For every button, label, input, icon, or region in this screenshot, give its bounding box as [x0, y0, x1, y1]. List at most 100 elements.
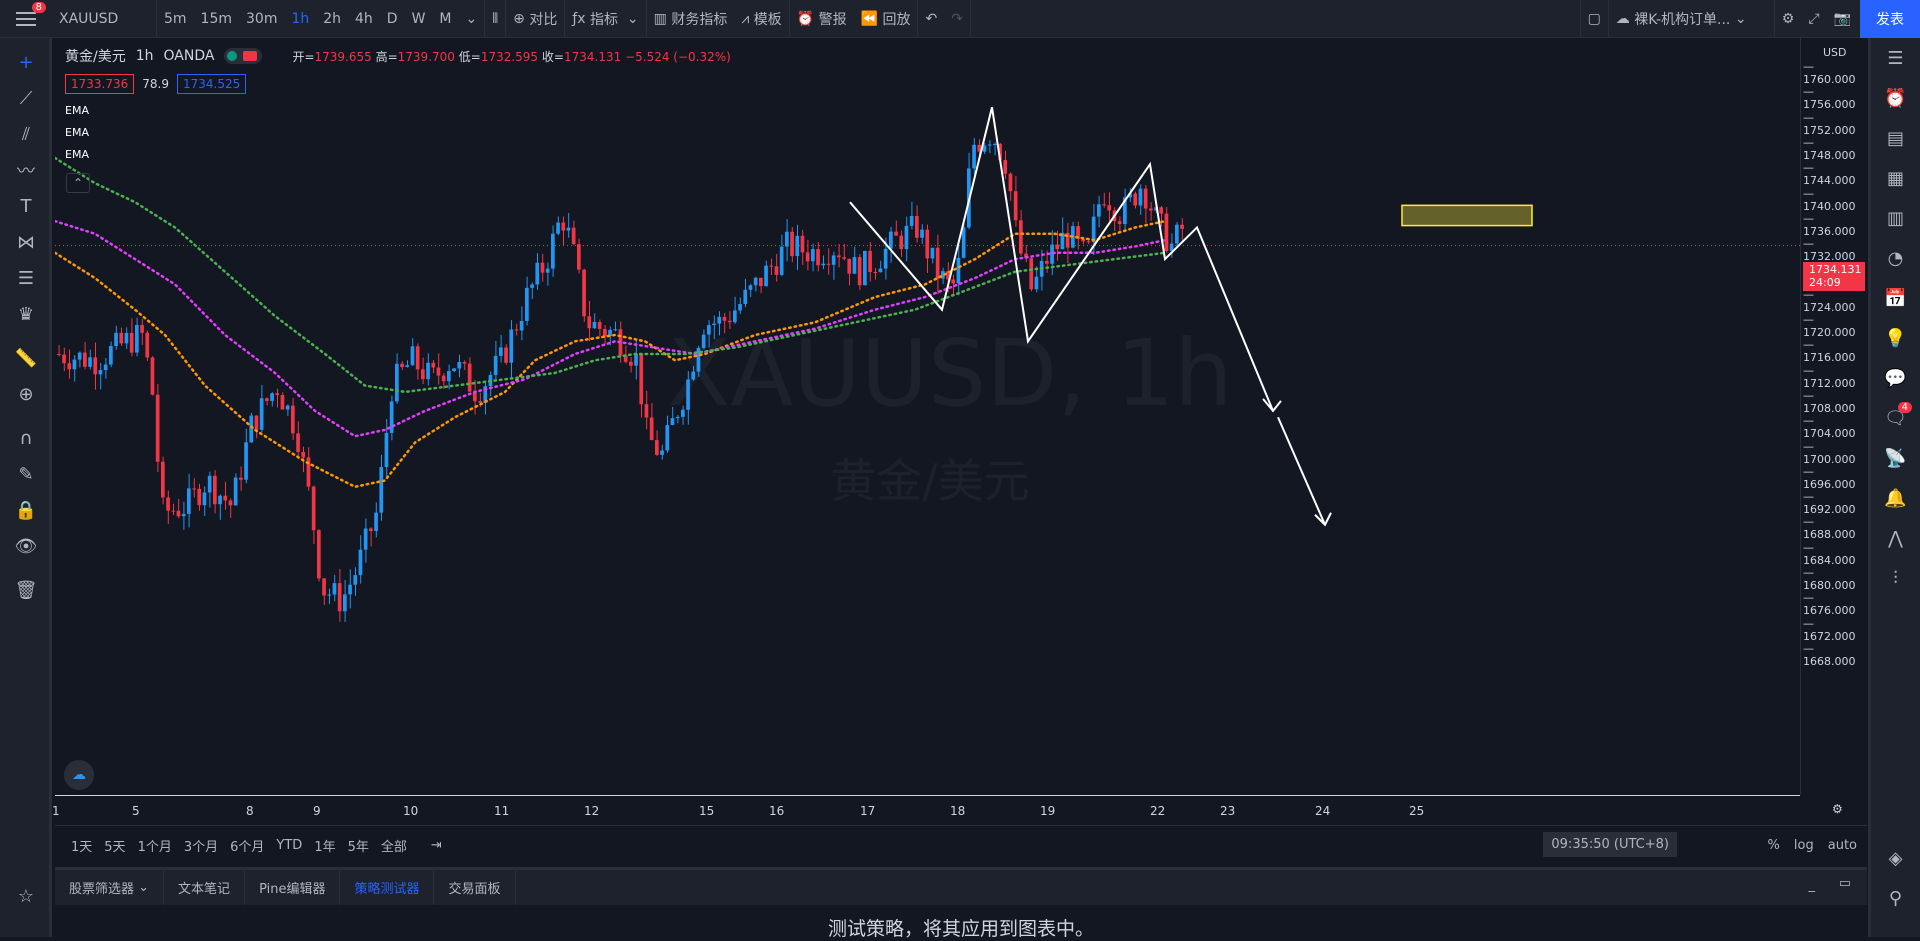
prediction-icon[interactable]: ⋈ — [0, 224, 52, 260]
auto-scale-toggle[interactable]: auto — [1828, 838, 1857, 853]
trend-line-icon[interactable]: ⟋ — [0, 80, 52, 116]
tab-stock-screener[interactable]: 股票筛选器 ⌄ — [55, 870, 165, 905]
range-1y[interactable]: 1年 — [308, 836, 341, 855]
symbol-search[interactable]: XAUUSD — [52, 0, 156, 38]
camera-icon[interactable]: 📷 — [1827, 0, 1858, 38]
trash-icon[interactable]: 🗑 — [0, 572, 52, 608]
candle-body — [675, 416, 680, 419]
screener-icon[interactable]: ▥ — [1871, 198, 1920, 238]
drawing-mode-icon[interactable]: ✎ — [0, 456, 52, 492]
timeframe-15m[interactable]: 15m — [194, 0, 239, 38]
magnet-icon[interactable]: ∩ — [0, 420, 52, 456]
candle-body — [233, 477, 238, 506]
chart-type-icon[interactable]: ⫴ — [485, 0, 505, 38]
ema-indicator-3[interactable]: EMA — [65, 148, 731, 161]
tab-text-notes[interactable]: 文本笔记 — [164, 870, 246, 905]
sell-price[interactable]: 1733.736 — [65, 74, 135, 94]
timeframe-1h[interactable]: 1h — [284, 0, 316, 38]
ruler-icon[interactable]: 📏 — [0, 340, 52, 376]
time-zone-clock[interactable]: 09:35:50 (UTC+8) — [1543, 832, 1677, 857]
range-1d[interactable]: 1天 — [65, 836, 98, 855]
main-menu-button[interactable]: 8 — [0, 0, 52, 38]
goto-date-icon[interactable]: ⇥ — [425, 838, 448, 853]
crosshair-icon[interactable]: + — [0, 44, 52, 80]
settings-gear-icon[interactable]: ⚙ — [1775, 0, 1802, 38]
price-tick: — 1748.000 — [1803, 135, 1856, 162]
hotlists-icon[interactable]: ◔ — [1871, 238, 1920, 278]
tab-trading-panel[interactable]: 交易面板 — [434, 870, 516, 905]
candle-body — [1143, 188, 1148, 209]
candle-body — [785, 231, 789, 247]
range-all[interactable]: 全部 — [375, 836, 413, 855]
indicators-button[interactable]: ƒx 指标 ⌄ — [565, 0, 645, 38]
alert-button[interactable]: ⏰ 警报 — [790, 0, 854, 38]
layout-selector[interactable]: ☁ 裸K-机构订单... ⌄ — [1609, 0, 1774, 38]
timeframe-d[interactable]: D — [380, 0, 405, 38]
timeframe-5m[interactable]: 5m — [157, 0, 194, 38]
undo-icon[interactable]: ↶ — [918, 0, 944, 38]
streams-icon[interactable]: 📡 — [1871, 438, 1920, 478]
range-3m[interactable]: 3个月 — [178, 836, 224, 855]
tab-pine-editor[interactable]: Pine编辑器 — [245, 870, 341, 905]
candle-body — [384, 432, 389, 468]
dom-icon[interactable]: ⫶ — [1871, 558, 1920, 598]
ideas-lightbulb-icon[interactable]: 💡 — [1871, 318, 1920, 358]
star-icon[interactable]: ☆ — [0, 878, 52, 914]
fullscreen-icon[interactable]: ⤢ — [1801, 0, 1826, 38]
range-5d[interactable]: 5天 — [98, 836, 131, 855]
messages-icon[interactable]: 🗨 4 — [1871, 398, 1920, 438]
timeframe-dropdown-icon[interactable]: ⌄ — [459, 0, 485, 38]
watchlist-icon[interactable]: ☰ — [1871, 38, 1920, 78]
ema-indicator-1[interactable]: EMA — [65, 104, 731, 117]
axis-settings-gear-icon[interactable]: ⚙ — [1832, 802, 1843, 816]
price-axis[interactable]: USD — 1760.000— 1756.000— 1752.000— 1748… — [1800, 38, 1867, 795]
market-status-toggle[interactable] — [224, 48, 263, 64]
time-axis[interactable]: ⚙ 1 5 8 9 10 11 12 15 16 17 18 19 22 23 24 25 — [52, 795, 1843, 825]
timeframe-30m[interactable]: 30m — [239, 0, 284, 38]
timeframe-m[interactable]: M — [432, 0, 458, 38]
percent-scale-toggle[interactable]: % — [1768, 838, 1780, 853]
tab-strategy-tester[interactable]: 策略测试器 — [340, 870, 435, 905]
post-button[interactable]: 发表 — [1860, 0, 1920, 38]
timeframe-w[interactable]: W — [405, 0, 433, 38]
replay-button[interactable]: ⏪ 回放 — [854, 0, 918, 38]
order-panel-icon[interactable]: ⋀ — [1871, 518, 1920, 558]
pattern-icon[interactable]: 〰 — [0, 152, 52, 188]
compare-button[interactable]: ⊕ 对比 — [506, 0, 564, 38]
maximize-panel-icon[interactable]: ▭ — [1839, 876, 1851, 891]
price-tick: — 1692.000 — [1803, 490, 1856, 517]
timeframe-4h[interactable]: 4h — [348, 0, 380, 38]
data-window-icon[interactable]: ▤ — [1871, 118, 1920, 158]
candle-body — [790, 231, 794, 257]
zoom-in-icon[interactable]: ⊕ — [0, 376, 52, 412]
timeframe-2h[interactable]: 2h — [316, 0, 348, 38]
eye-icon[interactable]: 👁 — [0, 528, 52, 564]
range-1m[interactable]: 1个月 — [132, 836, 178, 855]
collapse-legend-button[interactable]: ⌃ — [66, 173, 90, 193]
tradingview-logo-icon[interactable]: ☁ — [64, 760, 94, 790]
help-icon[interactable]: ⚲ — [1871, 878, 1920, 918]
calendar-icon[interactable]: 📅 — [1871, 278, 1920, 318]
log-scale-toggle[interactable]: log — [1794, 838, 1814, 853]
news-icon[interactable]: ▦ — [1871, 158, 1920, 198]
fib-tools-icon[interactable]: ⫽ — [0, 116, 52, 152]
range-ytd[interactable]: YTD — [270, 838, 308, 853]
templates-button[interactable]: ⩘ 模板 — [734, 0, 788, 38]
price-tick: — 1708.000 — [1803, 388, 1856, 415]
text-tool-icon[interactable]: T — [0, 188, 52, 224]
ema-indicator-2[interactable]: EMA — [65, 126, 731, 139]
range-6m[interactable]: 6个月 — [224, 836, 270, 855]
chat-icon[interactable]: 💬 — [1871, 358, 1920, 398]
minimize-panel-icon[interactable]: _ — [1809, 878, 1816, 893]
measure-icon[interactable]: ☰ — [0, 260, 52, 296]
layers-icon[interactable]: ◈ — [1871, 838, 1920, 878]
notifications-bell-icon[interactable]: 🔔 — [1871, 478, 1920, 518]
buy-price[interactable]: 1734.525 — [176, 74, 247, 94]
redo-icon[interactable]: ↷ — [944, 0, 970, 38]
lock-icon[interactable]: 🔒 — [0, 492, 52, 528]
range-5y[interactable]: 5年 — [342, 836, 375, 855]
alerts-clock-icon[interactable]: ⏰ — [1871, 78, 1920, 118]
financials-button[interactable]: ▥ 财务指标 — [647, 0, 735, 38]
icons-tool-icon[interactable]: ♛ — [0, 296, 52, 332]
fullscreen-layout-icon[interactable]: ▢ — [1581, 0, 1608, 38]
